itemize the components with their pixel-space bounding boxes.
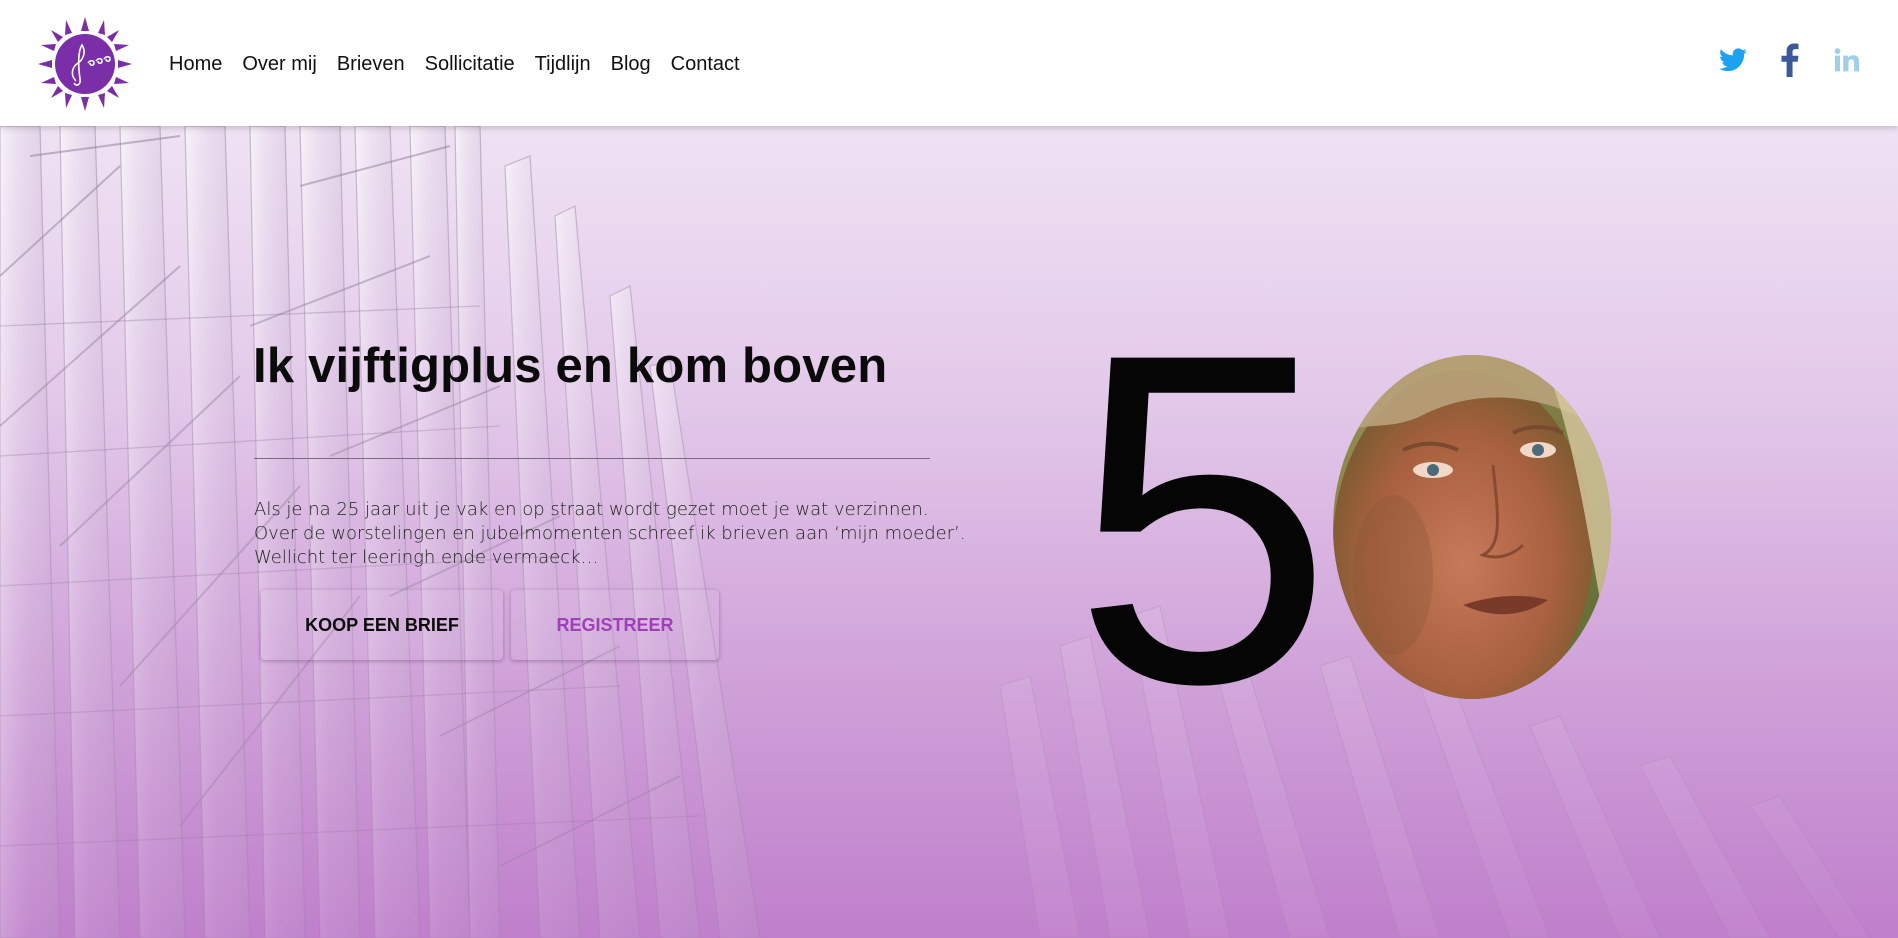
linkedin-icon[interactable] xyxy=(1829,40,1865,80)
register-button[interactable]: REGISTREER xyxy=(511,590,719,660)
hero-title: Ik vijftigplus en kom boven xyxy=(253,339,888,393)
nav-brieven[interactable]: Brieven xyxy=(337,49,405,79)
nav-sollicitatie[interactable]: Sollicitatie xyxy=(425,49,515,79)
nav-home[interactable]: Home xyxy=(169,49,222,79)
site-logo[interactable] xyxy=(36,15,134,113)
intro-line-1: Als je na 25 jaar uit je vak en op straa… xyxy=(254,499,929,520)
intro-line-2: Over de worstelingen en jubelmomenten sc… xyxy=(254,523,966,544)
intro-line-3: Wellicht ter leeringh ende vermaeck… xyxy=(254,547,599,568)
nav-blog[interactable]: Blog xyxy=(611,49,651,79)
main-nav: Home Over mij Brieven Sollicitatie Tijdl… xyxy=(169,49,760,79)
hero-divider xyxy=(254,458,930,459)
hero-intro: Als je na 25 jaar uit je vak en op straa… xyxy=(254,498,966,570)
sun-music-logo-icon xyxy=(38,17,132,111)
nav-tijdlijn[interactable]: Tijdlijn xyxy=(535,49,591,79)
portrait-photo xyxy=(1333,355,1611,699)
facebook-icon[interactable] xyxy=(1772,40,1808,80)
buy-letter-button[interactable]: KOOP EEN BRIEF xyxy=(261,590,503,660)
big-number-five-text: 5 xyxy=(1072,331,1332,731)
big-number-five: 5 xyxy=(1072,331,1332,731)
twitter-icon[interactable] xyxy=(1715,40,1751,80)
nav-over-mij[interactable]: Over mij xyxy=(242,49,316,79)
hero-section: Ik vijftigplus en kom boven Als je na 25… xyxy=(0,126,1898,938)
nav-contact[interactable]: Contact xyxy=(671,49,740,79)
site-header: Home Over mij Brieven Sollicitatie Tijdl… xyxy=(0,0,1898,126)
